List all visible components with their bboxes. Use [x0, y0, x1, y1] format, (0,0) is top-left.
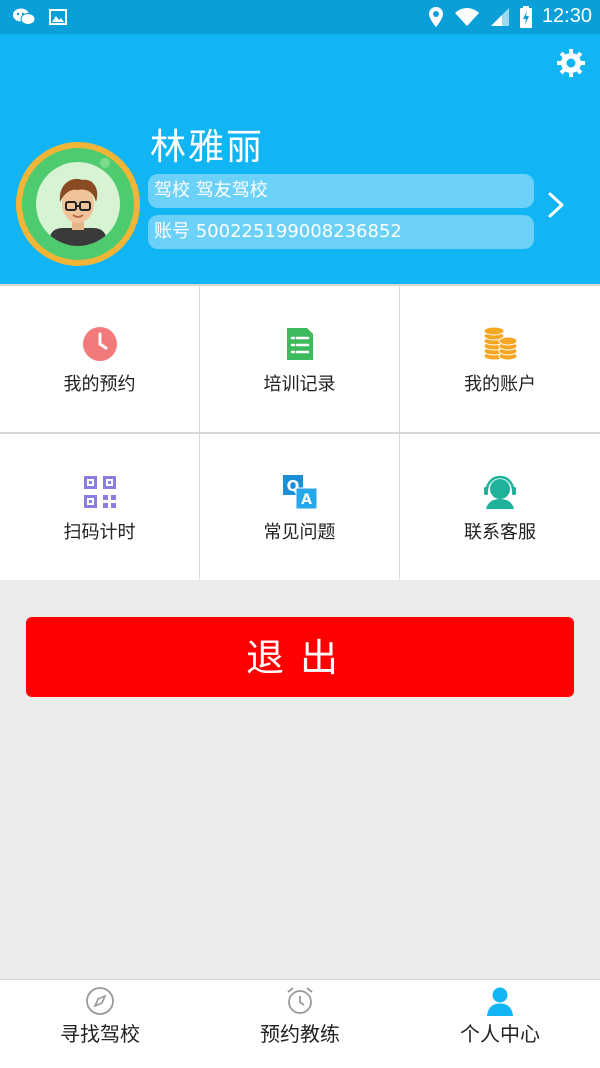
menu-item-my-account[interactable]: 我的账户 — [400, 286, 600, 432]
menu-item-label: 培训记录 — [263, 374, 336, 395]
tab-find-driving-school[interactable]: 寻找驾校 — [0, 980, 200, 1068]
nav-label: 预约教练 — [260, 1022, 340, 1046]
qr-code-icon — [83, 476, 116, 508]
person-icon — [487, 987, 513, 1016]
menu-item-faq[interactable]: Q A 常见问题 — [200, 434, 399, 580]
menu-item-label: 我的预约 — [63, 374, 136, 395]
gallery-icon — [49, 9, 67, 25]
menu-item-label: 我的账户 — [464, 374, 536, 395]
battery-icon — [519, 5, 532, 28]
nav-label: 个人中心 — [460, 1022, 540, 1046]
clock-icon — [82, 327, 117, 361]
alarm-clock-icon — [287, 987, 313, 1014]
chevron-right-icon[interactable] — [546, 190, 566, 220]
qa-icon: Q A — [282, 475, 317, 510]
nav-label: 寻找驾校 — [60, 1022, 140, 1046]
signal-icon — [490, 7, 509, 26]
driving-school-field: 驾校 驾友驾校 — [148, 174, 534, 208]
coins-icon — [483, 326, 518, 361]
status-time: 12:30 — [541, 5, 592, 27]
gear-icon[interactable] — [556, 48, 586, 78]
profile-name: 林雅丽 — [150, 127, 265, 168]
location-icon — [428, 6, 443, 27]
menu-item-customer-service[interactable]: 联系客服 — [400, 434, 600, 580]
menu-item-label: 联系客服 — [464, 522, 536, 543]
support-agent-icon — [484, 475, 516, 509]
svg-text:A: A — [301, 492, 312, 508]
list-icon — [286, 328, 313, 360]
menu-item-label: 常见问题 — [263, 522, 336, 543]
wifi-icon — [454, 7, 479, 26]
menu-item-training-records[interactable]: 培训记录 — [200, 286, 399, 432]
menu-item-label: 扫码计时 — [63, 522, 136, 543]
avatar-decor-dot — [100, 158, 110, 168]
menu-grid: 我的预约 培训记录 我的账户 扫码计时 Q A 常见问题 联系客服 — [0, 284, 600, 580]
account-field: 账号 500225199008236852 — [148, 215, 534, 249]
wechat-icon — [13, 8, 36, 25]
menu-item-my-appointments[interactable]: 我的预约 — [0, 286, 199, 432]
avatar[interactable] — [16, 142, 140, 266]
profile-header[interactable]: 林雅丽 驾校 驾友驾校 账号 500225199008236852 — [0, 34, 600, 284]
logout-button[interactable]: 退出 — [26, 617, 574, 697]
menu-item-scan-timing[interactable]: 扫码计时 — [0, 434, 199, 580]
avatar-cartoon-icon — [50, 178, 106, 246]
bottom-nav: 寻找驾校 预约教练 个人中心 — [0, 979, 600, 1068]
tab-book-coach[interactable]: 预约教练 — [200, 980, 400, 1068]
tab-personal-center[interactable]: 个人中心 — [400, 980, 600, 1068]
status-bar: 12:30 — [0, 0, 600, 34]
compass-icon — [86, 987, 114, 1015]
